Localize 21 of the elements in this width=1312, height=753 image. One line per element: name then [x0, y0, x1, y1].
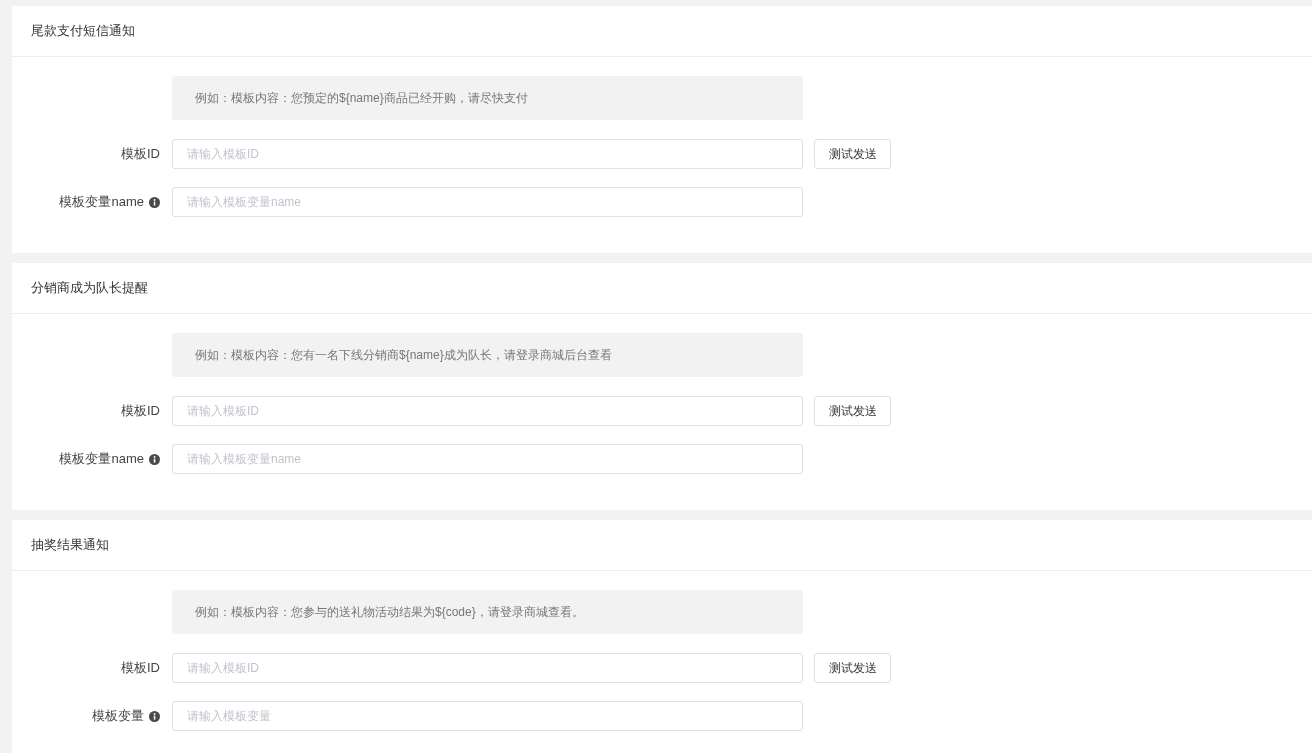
field-label: 模板变量: [92, 707, 144, 726]
example-hint: 例如：模板内容：您参与的送礼物活动结果为${code}，请登录商城查看。: [195, 604, 584, 621]
example-hint: 例如：模板内容：您预定的${name}商品已经开购，请尽快支付: [195, 90, 528, 107]
info-icon: [149, 196, 160, 208]
section-title: 尾款支付短信通知: [31, 22, 135, 41]
info-icon: [149, 710, 160, 722]
input-field[interactable]: 请输入模板ID: [172, 139, 803, 169]
field-label: 模板ID: [121, 659, 160, 678]
field-label: 模板变量name: [59, 193, 144, 212]
input-field[interactable]: 请输入模板ID: [172, 653, 803, 683]
section-title: 抽奖结果通知: [31, 536, 109, 555]
input-field[interactable]: 请输入模板ID: [172, 396, 803, 426]
section-title: 分销商成为队长提醒: [31, 279, 148, 298]
test-send-button[interactable]: 测试发送: [814, 396, 891, 426]
test-send-button[interactable]: 测试发送: [814, 653, 891, 683]
field-label: 模板ID: [121, 402, 160, 421]
field-label: 模板ID: [121, 145, 160, 164]
example-hint: 例如：模板内容：您有一名下线分销商${name}成为队长，请登录商城后台查看: [195, 347, 612, 364]
test-send-button[interactable]: 测试发送: [814, 139, 891, 169]
info-icon: [149, 453, 160, 465]
field-label: 模板变量name: [59, 450, 144, 469]
